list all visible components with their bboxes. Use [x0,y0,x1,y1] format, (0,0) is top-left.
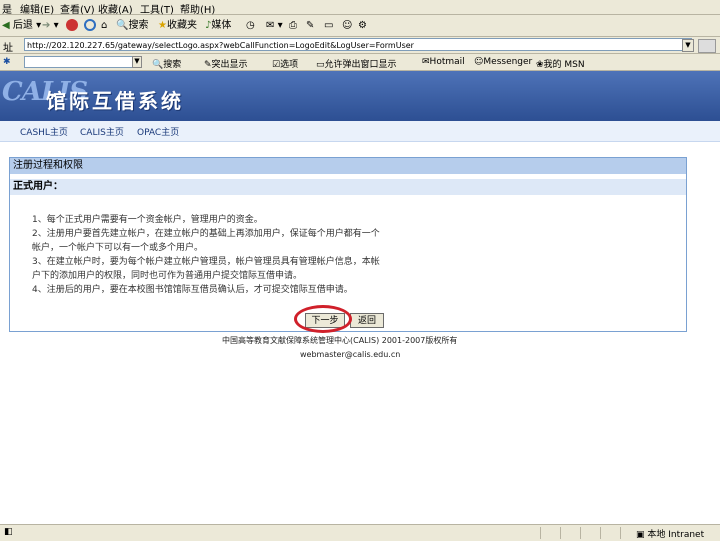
print-button[interactable]: ⎙ [289,18,297,34]
site-nav: CASHL主页 CALIS主页 OPAC主页 [0,121,720,142]
status-divider [560,527,561,539]
site-banner: CALIS 馆际互借系统 [0,71,720,121]
back-label: 后退 [12,20,33,31]
webmaster-email[interactable]: webmaster@calis.edu.cn [300,350,400,359]
mail-button[interactable]: ✉ ▾ [266,18,283,34]
status-divider [600,527,601,539]
address-label: 址 [3,43,13,54]
discuss-button[interactable]: ▭ [324,18,333,34]
rule-item: 4、注册后的用户，要在本校图书馆馆际互借员确认后，才可提交馆际互借申请。 [32,285,353,295]
highlight-label: 突出显示 [211,60,248,70]
status-bar: ◧ ▣ 本地 Intranet [0,524,720,541]
back-button[interactable]: ◀ 后退 ▾ [2,18,41,34]
nav-link-cashl[interactable]: CASHL主页 [20,125,68,138]
search-button[interactable]: 🔍搜索 [116,18,148,34]
msn-search-button[interactable]: 🔍搜索 [152,57,181,70]
messenger-button[interactable]: ☺ [342,18,352,34]
history-icon: ◷ [246,20,255,31]
media-button[interactable]: ♪媒体 [205,18,231,34]
stop-button[interactable] [66,18,78,34]
menu-bar: 是 编辑(E) 查看(V) 收藏(A) 工具(T) 帮助(H) [0,0,720,16]
home-button[interactable]: ⌂ [101,18,107,34]
mail-icon: ✉ [266,20,275,31]
site-title: 馆际互借系统 [46,89,184,113]
msn-search-dropdown-icon[interactable]: ▼ [132,56,142,68]
refresh-icon [84,19,96,31]
status-divider [620,527,621,539]
refresh-button[interactable] [84,18,96,34]
panel-subheading: 正式用户： [10,179,686,195]
security-zone-label: 本地 Intranet [647,530,705,540]
my-msn-label: 我的 MSN [543,60,585,70]
highlight-button[interactable]: ✎突出显示 [204,57,248,70]
favorites-icon: ★ [158,20,167,31]
page-status-icon: ◧ [4,527,13,537]
security-zone: ▣ 本地 Intranet [636,527,704,540]
menu-item-favorites[interactable]: 收藏(A) [98,1,133,16]
options-label: 选项 [280,60,299,70]
menu-item-file[interactable]: 是 [2,1,12,16]
address-dropdown-icon[interactable]: ▼ [682,39,694,52]
messenger-icon: ☺ [342,20,353,31]
favorites-button[interactable]: ★收藏夹 [158,18,197,34]
edit-icon: ✎ [306,20,315,31]
home-icon: ⌂ [101,20,108,31]
menu-item-tools[interactable]: 工具(T) [140,1,174,16]
popup-blocker-button[interactable]: ▭允许弹出窗口显示 [316,57,397,70]
menu-item-view[interactable]: 查看(V) [60,1,95,16]
standard-toolbar: ◀ 后退 ▾ ➔ ▾ ⌂ 🔍搜索 ★收藏夹 ♪媒体 ◷ ✉ ▾ ⎙ ✎ ▭ ☺ … [0,15,720,37]
options-button[interactable]: ☑选项 [272,57,298,70]
rule-item: 3、在建立帐户时，要为每个帐户建立帐户管理员，帐户管理员具有管理帐户信息，本帐 [32,257,380,267]
history-button[interactable]: ◷ [246,18,255,34]
favorites-label: 收藏夹 [166,20,197,31]
edit-button[interactable]: ✎ [306,18,314,34]
address-bar: 址 http://202.120.227.65/gateway/selectLo… [0,37,720,54]
nav-link-calis[interactable]: CALIS主页 [80,125,124,138]
messenger-label: Messenger [483,57,533,67]
rule-item: 1、每个正式用户需要有一个资金帐户，管理用户的资金。 [32,215,263,225]
search-label: 搜索 [128,20,149,31]
media-label: 媒体 [211,20,232,31]
registration-panel: 注册过程和权限 正式用户： 1、每个正式用户需要有一个资金帐户，管理用户的资金。… [9,157,687,332]
back-page-button[interactable]: 返回 [350,313,384,328]
menu-item-help[interactable]: 帮助(H) [180,1,215,16]
rule-item: 户下的添加用户的权限，同时也可作为普通用户提交馆际互借申请。 [32,271,303,281]
status-divider [540,527,541,539]
msn-icon: ✱ [3,57,11,67]
nav-link-opac[interactable]: OPAC主页 [137,125,179,138]
my-msn-link[interactable]: ❀我的 MSN [536,57,585,70]
rule-item: 帐户，一个帐户下可以有一个或多个用户。 [32,243,204,253]
go-button[interactable] [698,39,716,53]
status-divider [580,527,581,539]
forward-button[interactable]: ➔ ▾ [42,18,59,34]
discuss-icon: ▭ [324,20,334,31]
hotmail-label: Hotmail [429,57,465,67]
popup-blocker-label: 允许弹出窗口显示 [324,60,397,70]
intranet-icon: ▣ [636,530,645,540]
highlight-circle [294,305,352,333]
forward-arrow-icon: ➔ [42,20,51,31]
research-icon: ⚙ [358,20,367,31]
links-toolbar: ✱ ▼ 🔍搜索 ✎突出显示 ☑选项 ▭允许弹出窗口显示 ✉Hotmail ☺Me… [0,54,720,71]
menu-item-edit[interactable]: 编辑(E) [20,1,54,16]
search-icon: 🔍 [116,20,129,31]
msn-search-label: 搜索 [163,60,182,70]
back-arrow-icon: ◀ [2,20,10,31]
copyright-text: 中国高等教育文献保障系统管理中心(CALIS) 2001-2007版权所有 [222,336,458,345]
rule-item: 2、注册用户要首先建立帐户，在建立帐户的基础上再添加用户，保证每个用户都有一个 [32,229,380,239]
msn-search-input[interactable] [24,56,142,68]
hotmail-link[interactable]: ✉Hotmail [422,57,465,67]
address-input[interactable]: http://202.120.227.65/gateway/selectLogo… [24,38,692,51]
stop-icon [66,19,78,31]
panel-heading: 注册过程和权限 [10,158,686,174]
print-icon: ⎙ [289,20,297,31]
messenger-link[interactable]: ☺Messenger [474,57,532,67]
research-button[interactable]: ⚙ [358,18,367,34]
